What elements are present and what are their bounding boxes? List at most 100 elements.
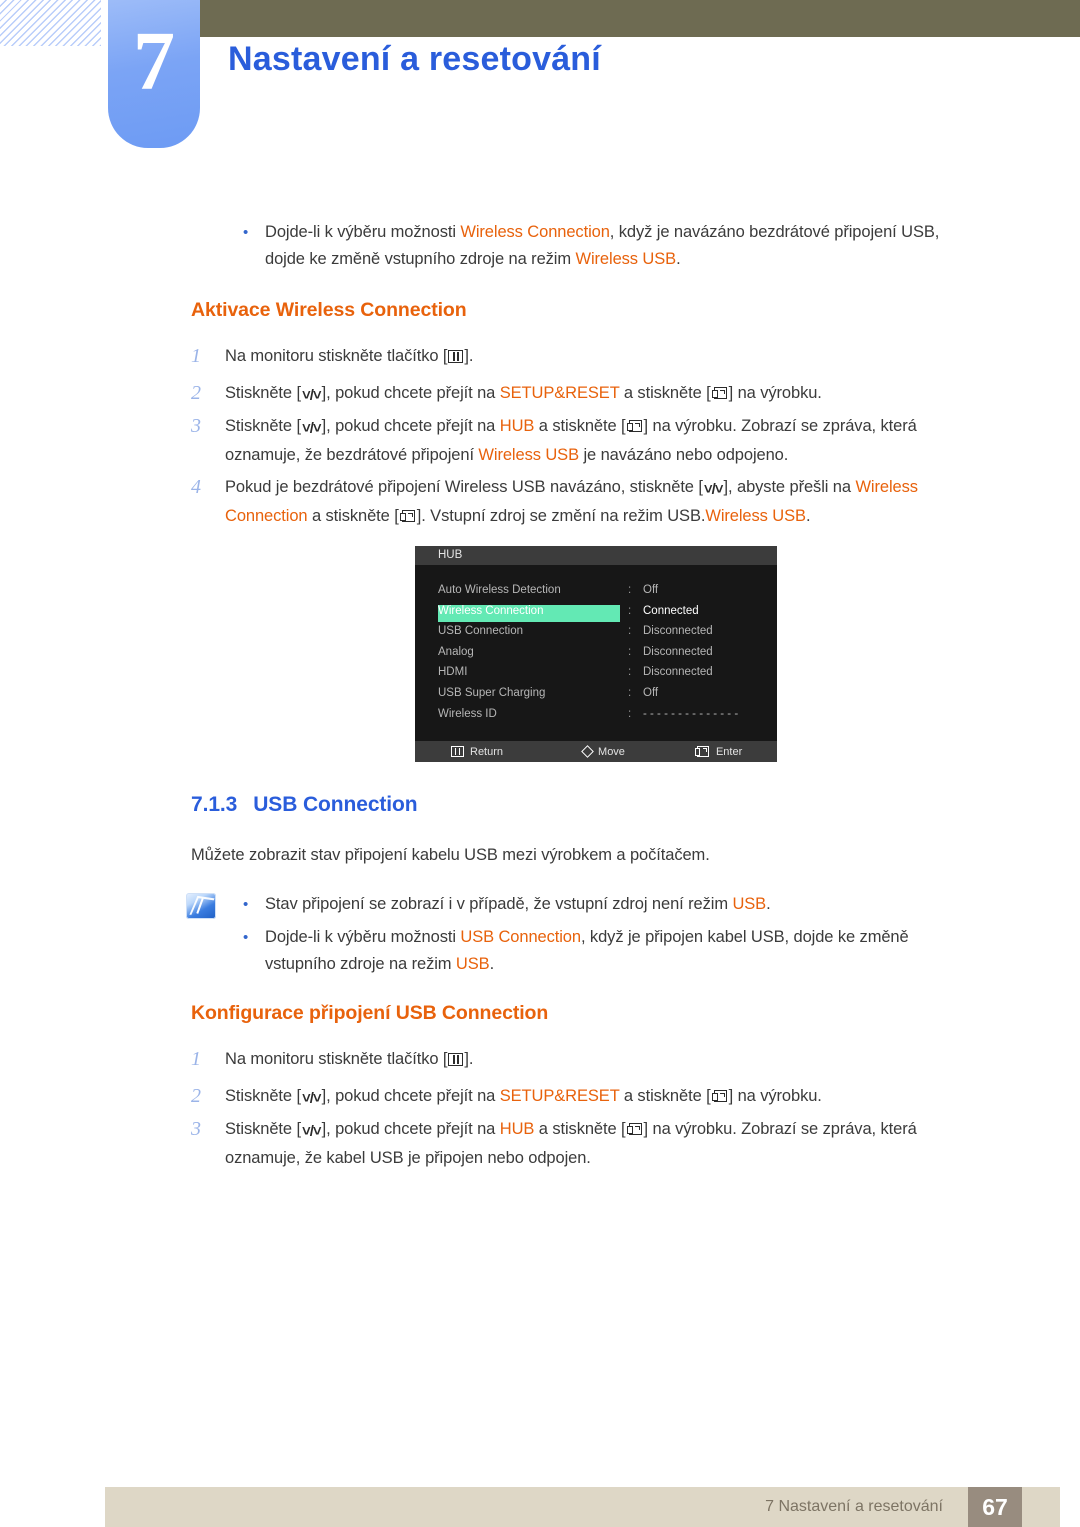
step-b1-pre: Na monitoru stiskněte tlačítko [ bbox=[225, 1050, 448, 1068]
step-a4-l2-highlight-1: Connection bbox=[225, 507, 308, 525]
osd-row-value: Connected bbox=[643, 604, 699, 617]
step-b1-post: ]. bbox=[464, 1050, 474, 1068]
note-bullet-2-text: Dojde-li k výběru možnosti USB Connectio… bbox=[265, 924, 909, 978]
step-number: 3 bbox=[191, 415, 201, 437]
step-a2-post: ] na výrobku. bbox=[728, 384, 822, 402]
step-a-3: 3 Stiskněte [˅/˅], pokud chcete přejít n… bbox=[191, 413, 1001, 469]
note1-a: Stav připojení se zobrazí i v případě, ž… bbox=[265, 895, 733, 913]
enter-key-icon bbox=[694, 745, 710, 758]
bullet-dot-icon: • bbox=[243, 929, 249, 946]
osd-row[interactable]: Analog : Disconnected bbox=[415, 644, 777, 665]
note2-a: Dojde-li k výběru možnosti bbox=[265, 928, 461, 946]
step-a3-l2a: oznamuje, že bezdrátové připojení bbox=[225, 446, 479, 464]
menu-key-icon bbox=[448, 1053, 464, 1066]
step-a4-l2-end: . bbox=[805, 507, 811, 525]
updown-key-icon: ˅/˅ bbox=[301, 1090, 322, 1107]
osd-row-value: Disconnected bbox=[643, 645, 713, 658]
osd-row-label: HDMI bbox=[438, 666, 468, 679]
osd-row-value: - - - - - - - - - - - - - - bbox=[643, 707, 739, 720]
step-a2-pre: Stiskněte [ bbox=[225, 384, 301, 402]
olive-header-bar bbox=[192, 0, 1080, 37]
step-b3-highlight: HUB bbox=[499, 1120, 535, 1138]
intro-bullet-l1a: Dojde-li k výběru možnosti bbox=[265, 223, 461, 241]
osd-hint-move[interactable]: Move bbox=[581, 745, 625, 758]
step-b2-mid1: ], pokud chcete přejít na bbox=[321, 1087, 500, 1105]
menu-key-icon bbox=[448, 350, 464, 363]
step-text: Stiskněte [˅/˅], pokud chcete přejít na … bbox=[225, 1083, 822, 1112]
note2-l2b: . bbox=[489, 955, 495, 973]
osd-row[interactable]: Wireless ID : - - - - - - - - - - - - - … bbox=[415, 706, 777, 727]
osd-row-value: Disconnected bbox=[643, 625, 713, 638]
osd-row[interactable]: USB Super Charging : Off bbox=[415, 685, 777, 706]
enter-key-icon bbox=[399, 509, 416, 523]
step-number: 2 bbox=[191, 1085, 201, 1107]
step-text: Pokud je bezdrátové připojení Wireless U… bbox=[225, 474, 918, 530]
step-number: 4 bbox=[191, 476, 201, 498]
step-b2-post: ] na výrobku. bbox=[728, 1087, 822, 1105]
step-a4-l2-mid: a stiskněte [ bbox=[307, 507, 399, 525]
note1-b: . bbox=[766, 895, 771, 913]
step-a3-post: ] na výrobku. Zobrazí se zpráva, která bbox=[643, 417, 917, 435]
step-text: Stiskněte [˅/˅], pokud chcete přejít na … bbox=[225, 1116, 917, 1172]
osd-row[interactable]: USB Connection : Disconnected bbox=[415, 623, 777, 644]
step-a1-pre: Na monitoru stiskněte tlačítko [ bbox=[225, 347, 448, 365]
intro-bullet-l1-highlight: Wireless Connection bbox=[460, 223, 610, 241]
step-b3-post: ] na výrobku. Zobrazí se zpráva, která bbox=[643, 1120, 917, 1138]
osd-row-selected[interactable]: Wireless Connection : Connected bbox=[415, 603, 777, 624]
osd-hint-return-label: Return bbox=[470, 745, 504, 758]
step-b3-l2: oznamuje, že kabel USB je připojen nebo … bbox=[225, 1149, 591, 1167]
updown-key-icon: ˅/˅ bbox=[301, 1123, 322, 1140]
intro-bullet: • Dojde-li k výběru možnosti Wireless Co… bbox=[243, 219, 1003, 273]
step-b-1: 1 Na monitoru stiskněte tlačítko []. bbox=[191, 1046, 991, 1073]
osd-bottom-hints: Return Move Enter bbox=[415, 741, 777, 762]
chapter-title: Nastavení a resetování bbox=[228, 40, 601, 78]
bullet-dot-icon: • bbox=[243, 224, 249, 241]
step-a-1: 1 Na monitoru stiskněte tlačítko []. bbox=[191, 343, 991, 370]
step-a4-mid1: ], abyste přešli na bbox=[723, 478, 856, 496]
intro-bullet-l2a: dojde ke změně vstupního zdroje na režim bbox=[265, 250, 576, 268]
step-a2-highlight: SETUP&RESET bbox=[499, 384, 620, 402]
osd-row-value: Disconnected bbox=[643, 666, 713, 679]
step-a2-mid2: a stiskněte [ bbox=[619, 384, 711, 402]
note-bullet-2: • Dojde-li k výběru možnosti USB Connect… bbox=[243, 924, 1003, 978]
step-a3-l2-highlight: Wireless USB bbox=[478, 446, 579, 464]
osd-row-colon: : bbox=[628, 584, 632, 596]
note-bullet-1: • Stav připojení se zobrazí i v případě,… bbox=[243, 891, 1003, 918]
osd-row-colon: : bbox=[628, 666, 632, 679]
step-number: 1 bbox=[191, 1048, 201, 1070]
bullet-dot-icon: • bbox=[243, 896, 249, 913]
osd-row-label: Wireless ID bbox=[438, 707, 497, 720]
note-bullet-1-text: Stav připojení se zobrazí i v případě, ž… bbox=[265, 891, 771, 918]
step-b-2: 2 Stiskněte [˅/˅], pokud chcete přejít n… bbox=[191, 1083, 991, 1112]
step-text: Stiskněte [˅/˅], pokud chcete přejít na … bbox=[225, 413, 917, 469]
osd-hint-enter[interactable]: Enter bbox=[694, 745, 743, 758]
footer-chapter-text: 7 Nastavení a resetování bbox=[765, 1498, 943, 1515]
osd-row[interactable]: Auto Wireless Detection : Off bbox=[415, 582, 777, 603]
page-header: 7 Nastavení a resetování bbox=[0, 0, 1080, 160]
note2-l2a: vstupního zdroje na režim bbox=[265, 955, 456, 973]
step-a3-l2b: je navázáno nebo odpojeno. bbox=[579, 446, 789, 464]
step-a4-pre: Pokud je bezdrátové připojení Wireless U… bbox=[225, 478, 703, 496]
step-a3-pre: Stiskněte [ bbox=[225, 417, 301, 435]
osd-row-value: Off bbox=[643, 686, 659, 699]
intro-bullet-l2b: . bbox=[676, 250, 681, 268]
dpad-diamond-icon bbox=[581, 745, 594, 758]
intro-bullet-l1b: , když je navázáno bezdrátové připojení … bbox=[609, 223, 940, 241]
step-text: Stiskněte [˅/˅], pokud chcete přejít na … bbox=[225, 380, 822, 409]
enter-key-icon bbox=[626, 419, 643, 433]
step-a4-l2-highlight-2: Wireless USB bbox=[705, 507, 806, 525]
osd-hint-enter-label: Enter bbox=[715, 745, 743, 758]
footer-page-number: 67 bbox=[968, 1487, 1022, 1527]
section-paragraph: Můžete zobrazit stav připojení kabelu US… bbox=[191, 846, 710, 864]
enter-key-icon bbox=[711, 1089, 728, 1103]
osd-hint-return[interactable]: Return bbox=[451, 746, 503, 758]
section-title: USB Connection bbox=[253, 793, 418, 816]
step-a-2: 2 Stiskněte [˅/˅], pokud chcete přejít n… bbox=[191, 380, 991, 409]
osd-row[interactable]: HDMI : Disconnected bbox=[415, 664, 777, 685]
step-a1-post: ]. bbox=[464, 347, 474, 365]
hatch-decoration bbox=[0, 0, 101, 46]
osd-row-label: Auto Wireless Detection bbox=[438, 584, 561, 596]
note2-b: , když je připojen kabel USB, dojde ke z… bbox=[580, 928, 909, 946]
section-heading-usb-connection: 7.1.3 USB Connection bbox=[191, 793, 418, 817]
osd-row-label: Wireless Connection bbox=[438, 604, 620, 622]
